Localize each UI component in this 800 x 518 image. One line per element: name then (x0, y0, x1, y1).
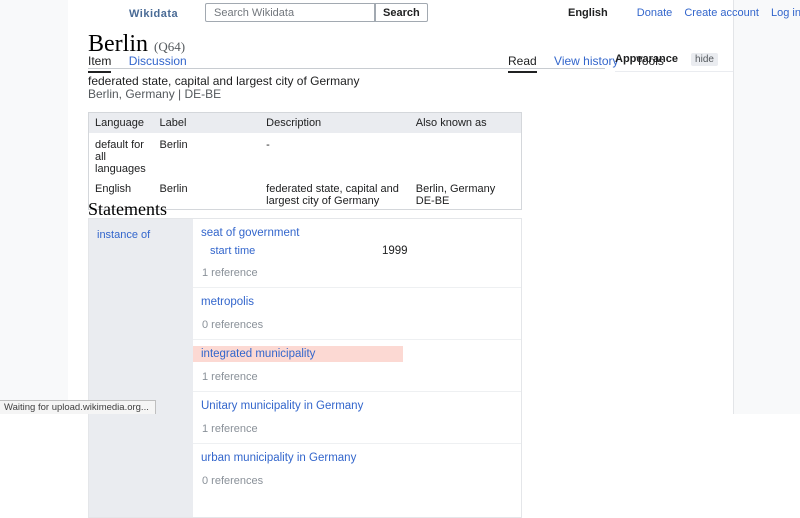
cell-description: - (260, 133, 410, 177)
qualifier-value: 1999 (382, 244, 408, 258)
tabs-divider (88, 68, 605, 69)
references-toggle[interactable]: 0 references (193, 319, 521, 331)
statement-value: urban municipality in Germany (193, 450, 521, 466)
col-header-language: Language (89, 113, 154, 134)
cell-label: Berlin (153, 133, 260, 177)
statement-value: Unitary municipality in Germany (193, 398, 521, 414)
cell-also-known-as (410, 133, 522, 177)
terms-table: Language Label Description Also known as… (88, 112, 522, 210)
tab-read[interactable]: Read (508, 54, 537, 73)
qualifier-row: start time 1999 (193, 244, 521, 258)
statement-value-block: integrated municipality 1 reference (193, 340, 521, 392)
property-link-instance-of[interactable]: instance of (97, 229, 150, 241)
log-in-link[interactable]: Log in (771, 7, 800, 19)
right-margin-strip (733, 0, 800, 414)
browser-status-tooltip: Waiting for upload.wikimedia.org... (0, 400, 156, 414)
statement-group: instance of seat of government start tim… (88, 218, 522, 518)
statement-value-block: seat of government start time 1999 1 ref… (193, 219, 521, 288)
references-toggle[interactable]: 1 reference (193, 423, 521, 435)
statement-property: instance of (89, 219, 193, 517)
cell-label: Berlin (153, 177, 260, 210)
statement-value: seat of government (193, 225, 521, 241)
statement-value-block: metropolis 0 references (193, 288, 521, 340)
tab-item[interactable]: Item (88, 54, 111, 73)
qualifier-property-link[interactable]: start time (210, 245, 255, 257)
wikidata-logo[interactable]: Wikidata (129, 8, 178, 20)
value-link-unitary-municipality[interactable]: Unitary municipality in Germany (201, 400, 363, 412)
create-account-link[interactable]: Create account (684, 7, 759, 19)
appearance-panel: Appearance hide (615, 53, 733, 72)
value-link-metropolis[interactable]: metropolis (201, 296, 254, 308)
cell-language: default for all languages (89, 133, 154, 177)
statement-values: seat of government start time 1999 1 ref… (193, 219, 521, 517)
search-input[interactable] (205, 3, 375, 22)
table-header-row: Language Label Description Also known as (89, 113, 522, 134)
value-link-integrated-municipality[interactable]: integrated municipality (201, 348, 315, 360)
appearance-hide-button[interactable]: hide (691, 53, 718, 66)
references-toggle[interactable]: 1 reference (193, 267, 521, 279)
statements-heading: Statements (88, 199, 167, 220)
entity-description: federated state, capital and largest cit… (88, 74, 359, 88)
cell-description: federated state, capital and largest cit… (260, 177, 410, 210)
col-header-also-known-as: Also known as (410, 113, 522, 134)
col-header-description: Description (260, 113, 410, 134)
appearance-title: Appearance (615, 53, 678, 65)
entity-aliases: Berlin, Germany | DE-BE (88, 87, 221, 101)
left-margin-strip (0, 0, 68, 414)
references-toggle[interactable]: 1 reference (193, 371, 521, 383)
references-toggle[interactable]: 0 references (193, 475, 521, 487)
table-row: default for all languages Berlin - (89, 133, 522, 177)
statement-value-block: Unitary municipality in Germany 1 refere… (193, 392, 521, 444)
statement-value-block: urban municipality in Germany 0 referenc… (193, 444, 521, 495)
language-selector-button[interactable]: English (568, 7, 608, 19)
col-header-label: Label (153, 113, 260, 134)
search-button[interactable]: Search (375, 3, 428, 22)
personal-tools: English Donate Create account Log in (568, 7, 800, 19)
value-link-seat-of-government[interactable]: seat of government (201, 227, 299, 239)
statement-value: metropolis (193, 294, 521, 310)
donate-link[interactable]: Donate (637, 7, 672, 19)
statement-value-highlighted: integrated municipality (193, 346, 403, 362)
entity-id: (Q64) (154, 39, 185, 54)
namespace-tabs: Item Discussion (88, 54, 201, 73)
cell-also-known-as: Berlin, Germany DE-BE (410, 177, 522, 210)
value-link-urban-municipality[interactable]: urban municipality in Germany (201, 452, 356, 464)
